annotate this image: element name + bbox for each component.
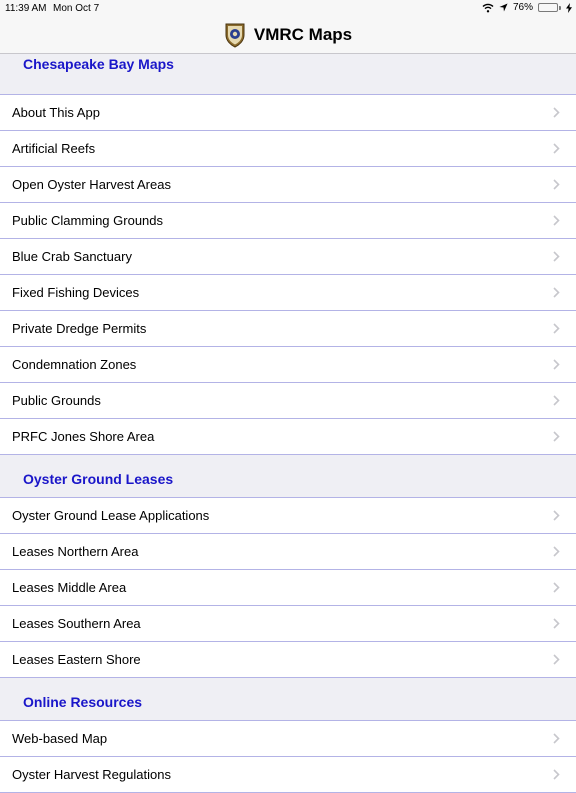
- list-item[interactable]: PRFC Jones Shore Area: [0, 419, 576, 455]
- wifi-icon: [482, 3, 494, 12]
- chevron-right-icon: [553, 431, 560, 442]
- list-item[interactable]: Blue Crab Sanctuary: [0, 239, 576, 275]
- chevron-right-icon: [553, 733, 560, 744]
- chevron-right-icon: [553, 287, 560, 298]
- section-header: Oyster Ground Leases: [0, 455, 576, 498]
- chevron-right-icon: [553, 510, 560, 521]
- battery-icon: [538, 3, 561, 12]
- status-indicators: 76%: [482, 2, 572, 13]
- chevron-right-icon: [553, 769, 560, 780]
- list-item[interactable]: Condemnation Zones: [0, 347, 576, 383]
- section-header: Online Resources: [0, 678, 576, 721]
- list-item-label: Public Clamming Grounds: [12, 213, 164, 228]
- list-item[interactable]: Private Dredge Permits: [0, 311, 576, 347]
- chevron-right-icon: [553, 323, 560, 334]
- list-item-label: Open Oyster Harvest Areas: [12, 177, 171, 192]
- list-item[interactable]: Oyster Ground Lease Applications: [0, 498, 576, 534]
- location-arrow-icon: [499, 3, 508, 12]
- list-item-label: Leases Eastern Shore: [12, 652, 141, 667]
- navigation-bar: VMRC Maps: [0, 17, 576, 54]
- list-item[interactable]: Leases Middle Area: [0, 570, 576, 606]
- list-item[interactable]: Open Oyster Harvest Areas: [0, 167, 576, 203]
- list-item-label: Condemnation Zones: [12, 357, 137, 372]
- list-item-label: Blue Crab Sanctuary: [12, 249, 132, 264]
- list-item[interactable]: Artificial Reefs: [0, 131, 576, 167]
- section-title: Online Resources: [23, 694, 143, 710]
- list-item-label: Public Grounds: [12, 393, 101, 408]
- chevron-right-icon: [553, 251, 560, 262]
- list-item-label: Oyster Harvest Regulations: [12, 767, 171, 782]
- chevron-right-icon: [553, 215, 560, 226]
- chevron-right-icon: [553, 359, 560, 370]
- list-item[interactable]: Public Clamming Grounds: [0, 203, 576, 239]
- section-title: Chesapeake Bay Maps: [23, 56, 174, 72]
- charging-bolt-icon: [566, 2, 572, 13]
- list-item[interactable]: Leases Northern Area: [0, 534, 576, 570]
- list-item[interactable]: Public Grounds: [0, 383, 576, 419]
- list-item-label: Fixed Fishing Devices: [12, 285, 140, 300]
- status-bar: 11:39 AM Mon Oct 7 76%: [0, 0, 576, 17]
- chevron-right-icon: [553, 546, 560, 557]
- chevron-right-icon: [553, 107, 560, 118]
- list-item-label: Web-based Map: [12, 731, 108, 746]
- chevron-right-icon: [553, 618, 560, 629]
- section-title: Oyster Ground Leases: [23, 471, 174, 487]
- list-item[interactable]: Web-based Map: [0, 721, 576, 757]
- status-date: Mon Oct 7: [53, 3, 100, 14]
- vmrc-badge-logo-icon: [225, 23, 245, 48]
- page-title: VMRC Maps: [253, 25, 353, 44]
- table-view[interactable]: Chesapeake Bay Maps About This App Artific…: [0, 54, 576, 793]
- battery-percent: 76%: [512, 2, 533, 13]
- list-item[interactable]: Oyster Harvest Regulations: [0, 757, 576, 793]
- list-item-label: Leases Middle Area: [12, 580, 127, 595]
- chevron-right-icon: [553, 654, 560, 665]
- chevron-right-icon: [553, 582, 560, 593]
- list-item-label: Leases Northern Area: [12, 544, 139, 559]
- status-time: 11:39 AM: [5, 3, 47, 14]
- list-item-label: Private Dredge Permits: [12, 321, 147, 336]
- list-item-label: Artificial Reefs: [12, 141, 96, 156]
- list-item-label: About This App: [12, 105, 100, 120]
- list-item-label: Oyster Ground Lease Applications: [12, 508, 210, 523]
- list-item[interactable]: Fixed Fishing Devices: [0, 275, 576, 311]
- list-item-label: PRFC Jones Shore Area: [12, 429, 155, 444]
- list-item[interactable]: Leases Eastern Shore: [0, 642, 576, 678]
- list-item[interactable]: Leases Southern Area: [0, 606, 576, 642]
- chevron-right-icon: [553, 395, 560, 406]
- section-header: Chesapeake Bay Maps: [0, 54, 576, 95]
- chevron-right-icon: [553, 179, 560, 190]
- list-item[interactable]: About This App: [0, 95, 576, 131]
- list-item-label: Leases Southern Area: [12, 616, 141, 631]
- chevron-right-icon: [553, 143, 560, 154]
